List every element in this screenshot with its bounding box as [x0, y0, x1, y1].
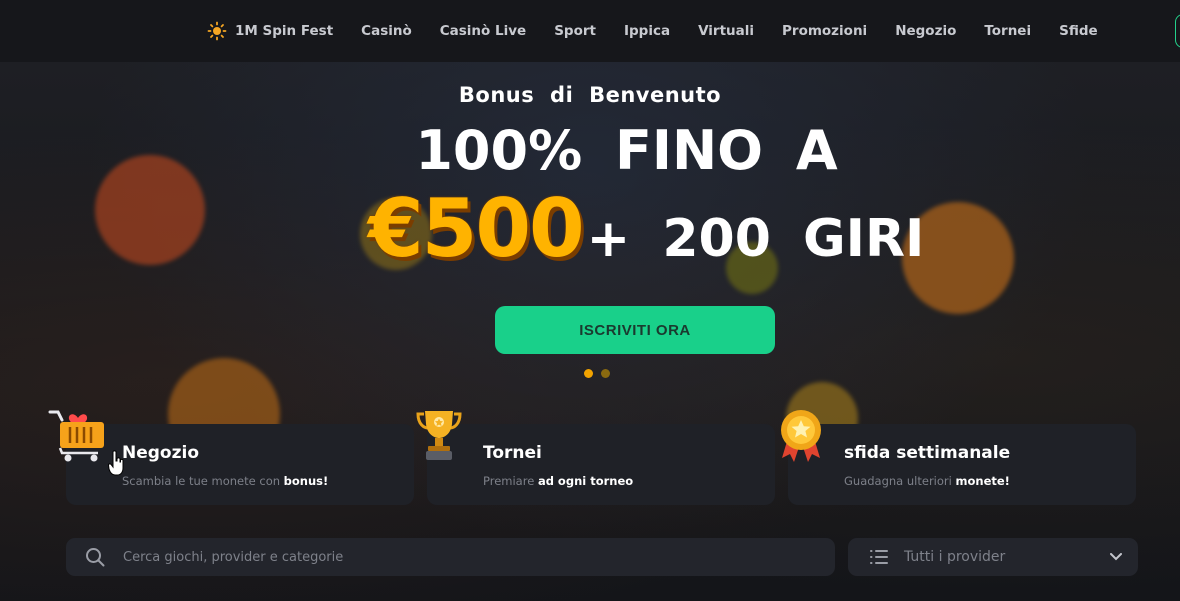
trophy-icon — [416, 411, 462, 460]
top-navigation: 1M Spin Fest Casinò Casinò Live Sport Ip… — [0, 0, 1180, 62]
sun-icon — [207, 21, 227, 41]
shopping-cart-icon — [48, 410, 104, 462]
bonus-amount: €500 — [368, 182, 585, 275]
card-title: Negozio — [122, 443, 200, 463]
card-title: Tornei — [483, 443, 542, 463]
list-icon — [870, 550, 888, 564]
nav-item-label: 1M Spin Fest — [235, 23, 334, 39]
chevron-down-icon — [1110, 553, 1122, 561]
weekly-challenge-card[interactable]: sfida settimanale Guadagna ulteriori mon… — [788, 424, 1136, 505]
nav-item-promozioni[interactable]: Promozioni — [782, 23, 867, 39]
hero-offer: €500 + 200 GIRI — [368, 182, 924, 275]
carousel-dot[interactable] — [601, 369, 610, 378]
nav-item-sfide[interactable]: Sfide — [1059, 23, 1098, 39]
nav-item-tornei[interactable]: Tornei — [984, 23, 1031, 39]
card-description: Scambia le tue monete con bonus! — [122, 474, 329, 488]
main-nav: 1M Spin Fest Casinò Casinò Live Sport Ip… — [207, 21, 1098, 41]
provider-filter[interactable]: Tutti i provider — [848, 538, 1138, 576]
hero-headline: 100% FINO A — [415, 119, 838, 182]
search-input[interactable] — [123, 538, 813, 576]
edge-button[interactable] — [1175, 14, 1180, 48]
nav-item-spin-fest[interactable]: 1M Spin Fest — [207, 21, 333, 41]
hand-cursor-icon — [108, 450, 124, 476]
search-bar — [66, 538, 835, 576]
search-icon — [86, 548, 105, 567]
nav-item-virtuali[interactable]: Virtuali — [698, 23, 754, 39]
nav-item-ippica[interactable]: Ippica — [624, 23, 670, 39]
nav-item-casino[interactable]: Casinò — [361, 23, 412, 39]
tournaments-card[interactable]: Tornei Premiare ad ogni torneo — [427, 424, 775, 505]
nav-item-sport[interactable]: Sport — [554, 23, 596, 39]
hero-subtitle: Bonus di Benvenuto — [458, 83, 722, 107]
carousel-dots — [584, 369, 610, 378]
provider-filter-label: Tutti i provider — [904, 549, 1006, 565]
free-spins: + 200 GIRI — [586, 209, 925, 269]
card-description: Guadagna ulteriori monete! — [844, 474, 1010, 488]
nav-item-negozio[interactable]: Negozio — [895, 23, 956, 39]
medal-icon — [781, 410, 821, 462]
card-description: Premiare ad ogni torneo — [483, 474, 634, 488]
carousel-dot[interactable] — [584, 369, 593, 378]
nav-item-casino-live[interactable]: Casinò Live — [440, 23, 526, 39]
signup-button[interactable]: ISCRIVITI ORA — [495, 306, 775, 354]
card-title: sfida settimanale — [844, 443, 1011, 463]
